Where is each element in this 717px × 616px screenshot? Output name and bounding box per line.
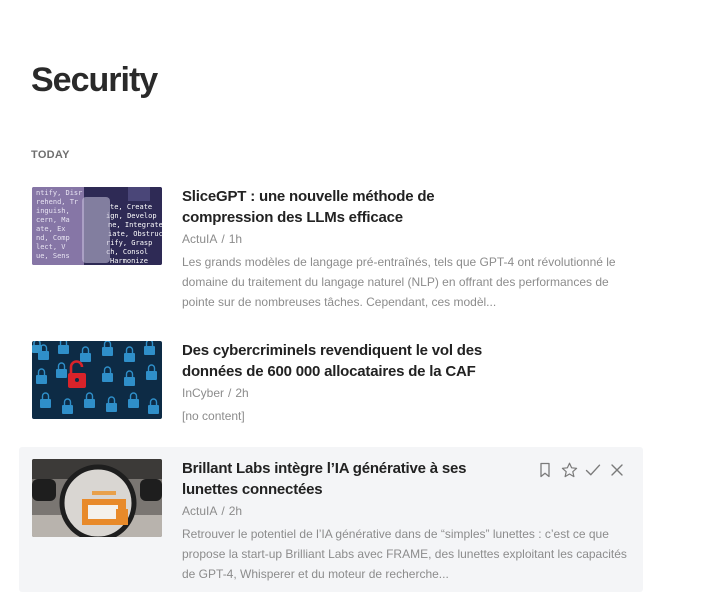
page-title: Security — [31, 61, 158, 99]
meta-separator: / — [228, 386, 232, 400]
svg-text:rify, Grasp: rify, Grasp — [106, 239, 152, 247]
svg-text:cern, Ma: cern, Ma — [36, 216, 70, 224]
article-summary: Retrouver le potentiel de l’IA générativ… — [182, 527, 627, 581]
section-label-today: TODAY — [31, 149, 70, 161]
svg-text:ate, Ex: ate, Ex — [36, 225, 66, 233]
bookmark-icon[interactable] — [536, 461, 554, 479]
article-summary: Les grands modèles de langage pré-entraî… — [182, 255, 616, 309]
article-title[interactable]: Brillant Labs intègre l’IA générative à … — [182, 458, 502, 500]
meta-separator: / — [221, 504, 225, 518]
article-title[interactable]: SliceGPT : une nouvelle méthode de compr… — [182, 186, 502, 228]
article-thumbnail[interactable] — [32, 341, 162, 419]
svg-text:te, Create: te, Create — [110, 203, 152, 211]
security-feed-page: Security TODAY ntify, Disr rehend, Tr in… — [0, 0, 717, 616]
article-meta: ActuIA /2h — [182, 504, 242, 518]
close-icon[interactable] — [608, 461, 626, 479]
article-thumbnail[interactable]: ntify, Disr rehend, Tr inguish, cern, Ma… — [32, 187, 162, 265]
check-icon[interactable] — [584, 461, 602, 479]
star-icon[interactable] — [560, 461, 578, 479]
article-age: 2h — [235, 386, 249, 400]
svg-text:ne, Integrate,: ne, Integrate, — [108, 221, 162, 229]
svg-text:nd, Comp: nd, Comp — [36, 234, 70, 242]
article-source[interactable]: InCyber — [182, 386, 224, 400]
svg-text:Harmonize: Harmonize — [110, 257, 148, 265]
svg-text:lect, V: lect, V — [36, 243, 66, 251]
meta-separator: / — [221, 232, 225, 246]
svg-text:iate, Obstruct,: iate, Obstruct, — [108, 230, 162, 238]
article-title[interactable]: Des cybercriminels revendiquent le vol d… — [182, 340, 502, 382]
article-source[interactable]: ActuIA — [182, 504, 217, 518]
article-item[interactable]: Des cybercriminels revendiquent le vol d… — [19, 326, 643, 430]
article-meta: ActuIA /1h — [182, 232, 242, 246]
article-meta: InCyber /2h — [182, 386, 249, 400]
svg-text:ue, Sens: ue, Sens — [36, 252, 70, 260]
svg-text:ign, Develop: ign, Develop — [106, 212, 157, 220]
svg-text:ntify, Disr: ntify, Disr — [36, 189, 82, 197]
article-source[interactable]: ActuIA — [182, 232, 217, 246]
svg-text:inguish,: inguish, — [36, 207, 70, 215]
svg-text:ch, Consol: ch, Consol — [106, 248, 148, 256]
article-age: 2h — [228, 504, 243, 518]
article-item[interactable]: ntify, Disr rehend, Tr inguish, cern, Ma… — [19, 172, 643, 309]
svg-text:rehend, Tr: rehend, Tr — [36, 198, 78, 206]
article-summary: [no content] — [182, 409, 245, 423]
article-thumbnail[interactable] — [32, 459, 162, 537]
article-item[interactable]: Brillant Labs intègre l’IA générative à … — [19, 447, 643, 592]
article-actions — [536, 461, 626, 479]
article-age: 1h — [228, 232, 243, 246]
